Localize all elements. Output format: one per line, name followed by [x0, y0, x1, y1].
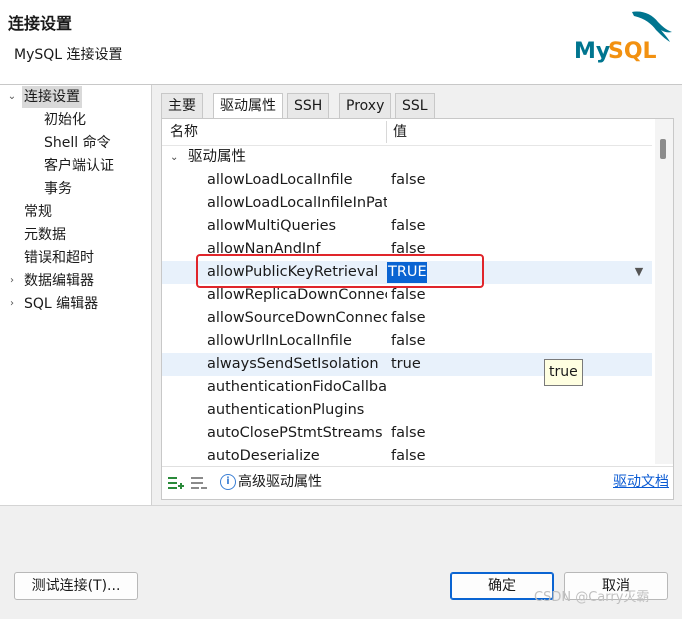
scrollbar-thumb[interactable] [660, 139, 666, 159]
dialog-title: 连接设置 [8, 14, 73, 33]
property-name: authenticationPlugins [207, 402, 365, 418]
watermark: CSDN @Carry灭霸 [534, 590, 650, 605]
tree-item-errors-timeouts[interactable]: 错误和超时 [24, 247, 94, 269]
tree-item-general[interactable]: 常规 [24, 201, 52, 223]
chevron-down-icon[interactable]: ⌄ [6, 86, 18, 108]
property-value[interactable]: false [391, 445, 511, 464]
property-row[interactable]: allowLoadLocalInfileInPath [162, 192, 652, 215]
property-value[interactable]: false [391, 307, 511, 330]
property-row[interactable]: allowLoadLocalInfile false [162, 169, 652, 192]
remove-property-icon[interactable] [190, 474, 208, 492]
tree-item-shell-commands[interactable]: Shell 命令 [44, 132, 111, 154]
chevron-down-icon[interactable]: ⌄ [170, 146, 178, 169]
info-icon: i [220, 474, 236, 490]
tree-item-transactions[interactable]: 事务 [44, 178, 72, 200]
property-grid: ⌄ 驱动属性 allowLoadLocalInfile false allowL… [162, 146, 652, 464]
dialog-subtitle: MySQL 连接设置 [14, 47, 123, 63]
column-divider[interactable] [386, 121, 387, 143]
property-row[interactable]: autoDeserialize false [162, 445, 652, 464]
property-value[interactable]: false [391, 422, 511, 445]
property-row[interactable]: allowSourceDownConnections false [162, 307, 652, 330]
property-name: allowLoadLocalInfile [207, 172, 353, 188]
driver-properties-panel: 名称 值 ⌄ 驱动属性 allowLoadLocalInfile false a… [161, 118, 674, 500]
property-row[interactable]: allowUrlInLocalInfile false [162, 330, 652, 353]
property-row[interactable]: allowMultiQueries false [162, 215, 652, 238]
property-value[interactable]: true [391, 353, 511, 376]
property-name: autoClosePStmtStreams [207, 425, 383, 441]
tree-item-data-editor[interactable]: 数据编辑器 [24, 270, 94, 292]
property-name: allowSourceDownConnections [207, 310, 387, 326]
settings-tree: ⌄ 连接设置 初始化 Shell 命令 客户端认证 事务 常规 元数据 错误和超… [0, 85, 152, 505]
tree-item-metadata[interactable]: 元数据 [24, 224, 66, 246]
property-name: authenticationFidoCallbackHandler [207, 379, 387, 395]
chevron-right-icon[interactable]: › [6, 270, 18, 292]
settings-content: 主要 驱动属性 SSH Proxy SSL 名称 值 ⌄ 驱动属性 allowL… [153, 85, 682, 505]
value-tooltip: true [544, 359, 583, 386]
vertical-scrollbar[interactable] [655, 119, 673, 464]
advanced-driver-properties-label: 高级驱动属性 [238, 474, 322, 490]
mysql-logo: My SQL [574, 11, 672, 64]
tab-ssl[interactable]: SSL [395, 93, 435, 119]
chevron-right-icon[interactable]: › [6, 293, 18, 315]
tab-proxy[interactable]: Proxy [339, 93, 392, 119]
tab-driver-properties[interactable]: 驱动属性 [213, 93, 283, 120]
tree-item-connection-settings[interactable]: 连接设置 [22, 86, 82, 108]
property-row[interactable]: authenticationPlugins [162, 399, 652, 422]
logo-text-sql: SQL [608, 39, 657, 64]
dialog-header: 连接设置 MySQL 连接设置 My SQL [0, 0, 682, 84]
property-value[interactable]: false [391, 215, 511, 238]
property-name: allowUrlInLocalInfile [207, 333, 352, 349]
footer-divider [162, 466, 673, 467]
property-name: alwaysSendSetIsolation [207, 356, 379, 372]
column-header-value[interactable]: 值 [393, 119, 407, 145]
dropdown-arrow-icon[interactable]: ▼ [632, 265, 646, 279]
tree-item-client-auth[interactable]: 客户端认证 [44, 155, 114, 177]
add-property-icon[interactable] [167, 474, 185, 492]
property-name: autoDeserialize [207, 448, 320, 464]
tab-main[interactable]: 主要 [161, 93, 203, 119]
property-value[interactable]: false [391, 330, 511, 353]
tree-item-sql-editor[interactable]: SQL 编辑器 [24, 293, 98, 315]
tab-ssh[interactable]: SSH [287, 93, 330, 119]
property-value[interactable]: false [391, 169, 511, 192]
highlight-annotation [196, 254, 484, 288]
property-name: allowMultiQueries [207, 218, 337, 234]
column-header-name[interactable]: 名称 [170, 119, 198, 145]
group-label: 驱动属性 [188, 149, 246, 165]
group-row[interactable]: ⌄ 驱动属性 [162, 146, 652, 169]
property-row[interactable]: autoClosePStmtStreams false [162, 422, 652, 445]
logo-text-my: My [574, 39, 610, 64]
property-name: allowLoadLocalInfileInPath [207, 195, 387, 211]
tree-item-init[interactable]: 初始化 [44, 109, 86, 131]
test-connection-button[interactable]: 测试连接(T)... [14, 572, 138, 600]
driver-docs-link[interactable]: 驱动文档 [613, 471, 669, 493]
